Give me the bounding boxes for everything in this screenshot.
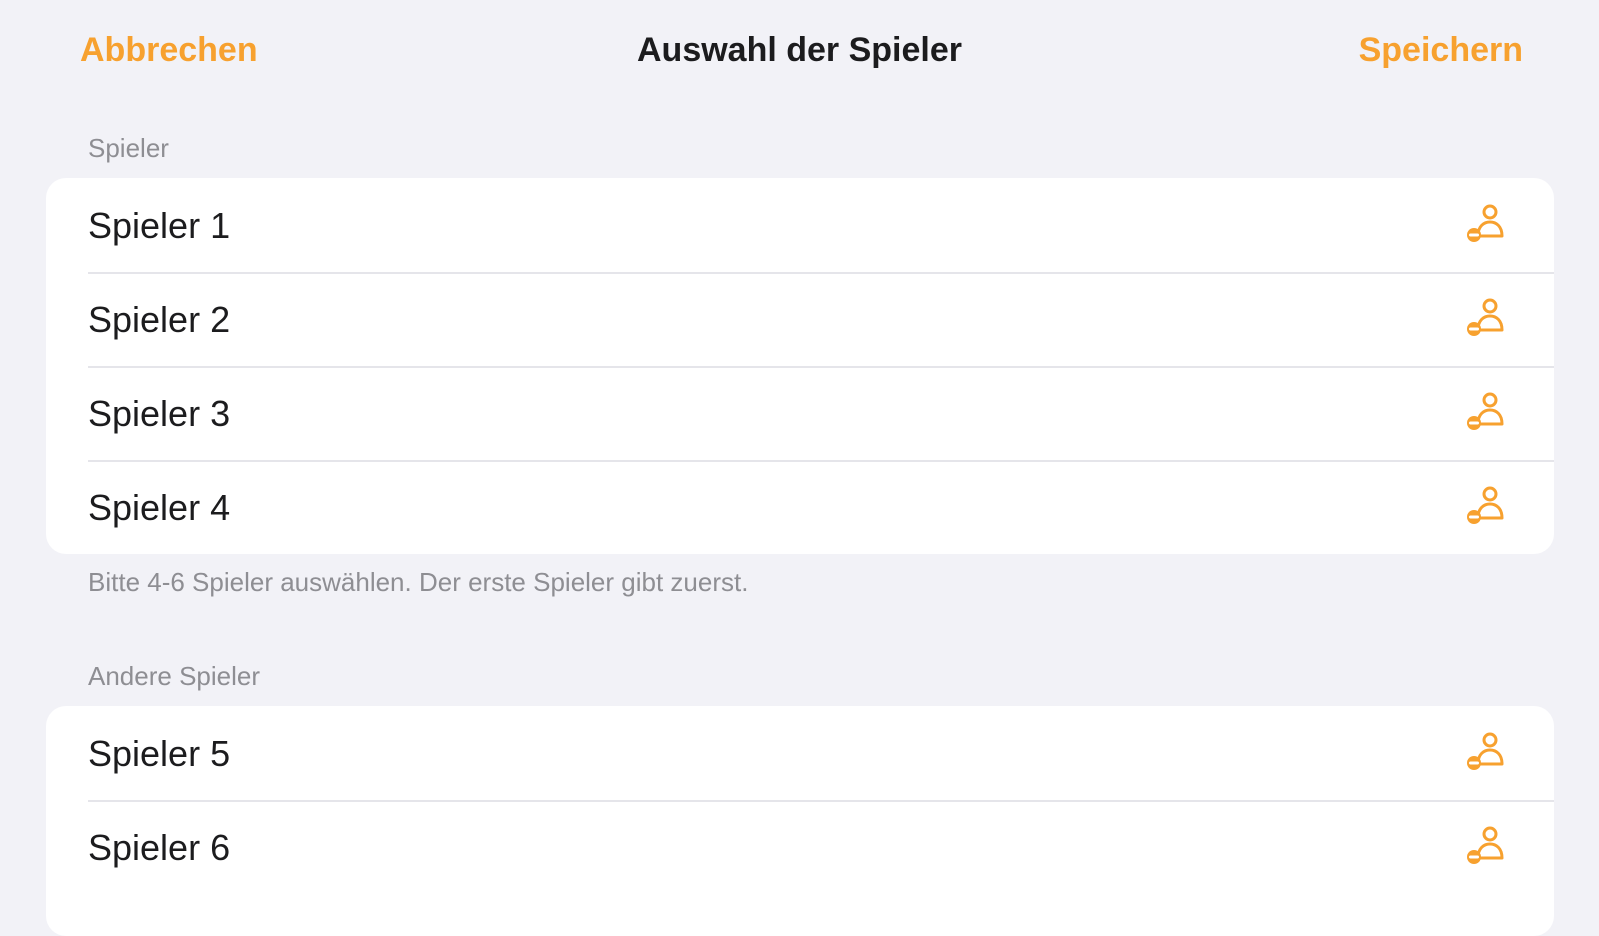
list-item-player-6[interactable]: Spieler 6 <box>46 800 1554 894</box>
list-item-player-5[interactable]: Spieler 5 <box>46 706 1554 800</box>
other-players-group: Spieler 5 Spieler 6 <box>46 706 1554 936</box>
person-reorder-icon[interactable] <box>1464 730 1510 776</box>
player-name: Spieler 6 <box>88 827 231 868</box>
save-button[interactable]: Speichern <box>1359 28 1523 72</box>
section-header-other-players: Andere Spieler <box>88 661 260 691</box>
person-reorder-icon[interactable] <box>1464 484 1510 530</box>
player-name: Spieler 1 <box>88 205 231 246</box>
section-footer-note: Bitte 4-6 Spieler auswählen. Der erste S… <box>88 567 749 597</box>
players-group: Spieler 1 Spieler 2 Spieler 3 Spieler 4 <box>46 178 1554 554</box>
person-reorder-icon[interactable] <box>1464 296 1510 342</box>
list-item-player-2[interactable]: Spieler 2 <box>46 272 1554 366</box>
list-item-player-4[interactable]: Spieler 4 <box>46 460 1554 554</box>
navigation-bar: Abbrechen Auswahl der Spieler Speichern <box>0 0 1599 100</box>
player-name: Spieler 2 <box>88 299 231 340</box>
section-header-players: Spieler <box>88 133 169 163</box>
person-reorder-icon[interactable] <box>1464 202 1510 248</box>
person-reorder-icon[interactable] <box>1464 824 1510 870</box>
list-item-player-3[interactable]: Spieler 3 <box>46 366 1554 460</box>
list-item-player-1[interactable]: Spieler 1 <box>46 178 1554 272</box>
person-reorder-icon[interactable] <box>1464 390 1510 436</box>
player-name: Spieler 5 <box>88 733 231 774</box>
player-name: Spieler 4 <box>88 487 231 528</box>
player-name: Spieler 3 <box>88 393 231 434</box>
